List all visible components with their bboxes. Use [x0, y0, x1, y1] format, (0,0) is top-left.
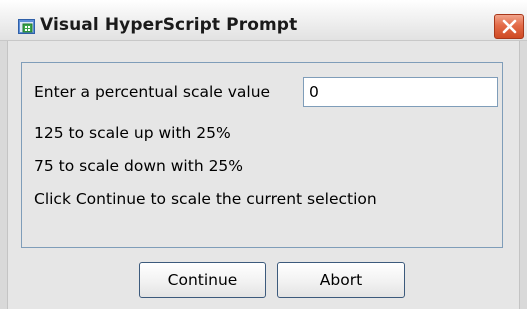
hint-scale-up: 125 to scale up with 25% — [34, 124, 231, 142]
window-frame-right — [519, 41, 527, 309]
scale-prompt-label: Enter a percentual scale value — [34, 83, 271, 101]
continue-button-label: Continue — [167, 271, 238, 289]
hint-scale-down: 75 to scale down with 25% — [34, 157, 244, 175]
window-frame-left — [0, 41, 8, 309]
hint-continue: Click Continue to scale the current sele… — [34, 190, 377, 208]
app-icon — [18, 19, 35, 34]
scale-value-input[interactable] — [303, 77, 498, 107]
abort-button[interactable]: Abort — [277, 262, 405, 298]
abort-button-label: Abort — [319, 271, 363, 289]
title-bar[interactable]: Visual HyperScript Prompt — [0, 0, 527, 41]
continue-button[interactable]: Continue — [139, 262, 266, 298]
close-icon — [502, 19, 517, 34]
window-title: Visual HyperScript Prompt — [40, 15, 298, 35]
dialog-window: Visual HyperScript Prompt Enter a percen… — [0, 0, 527, 309]
close-button[interactable] — [494, 14, 524, 39]
